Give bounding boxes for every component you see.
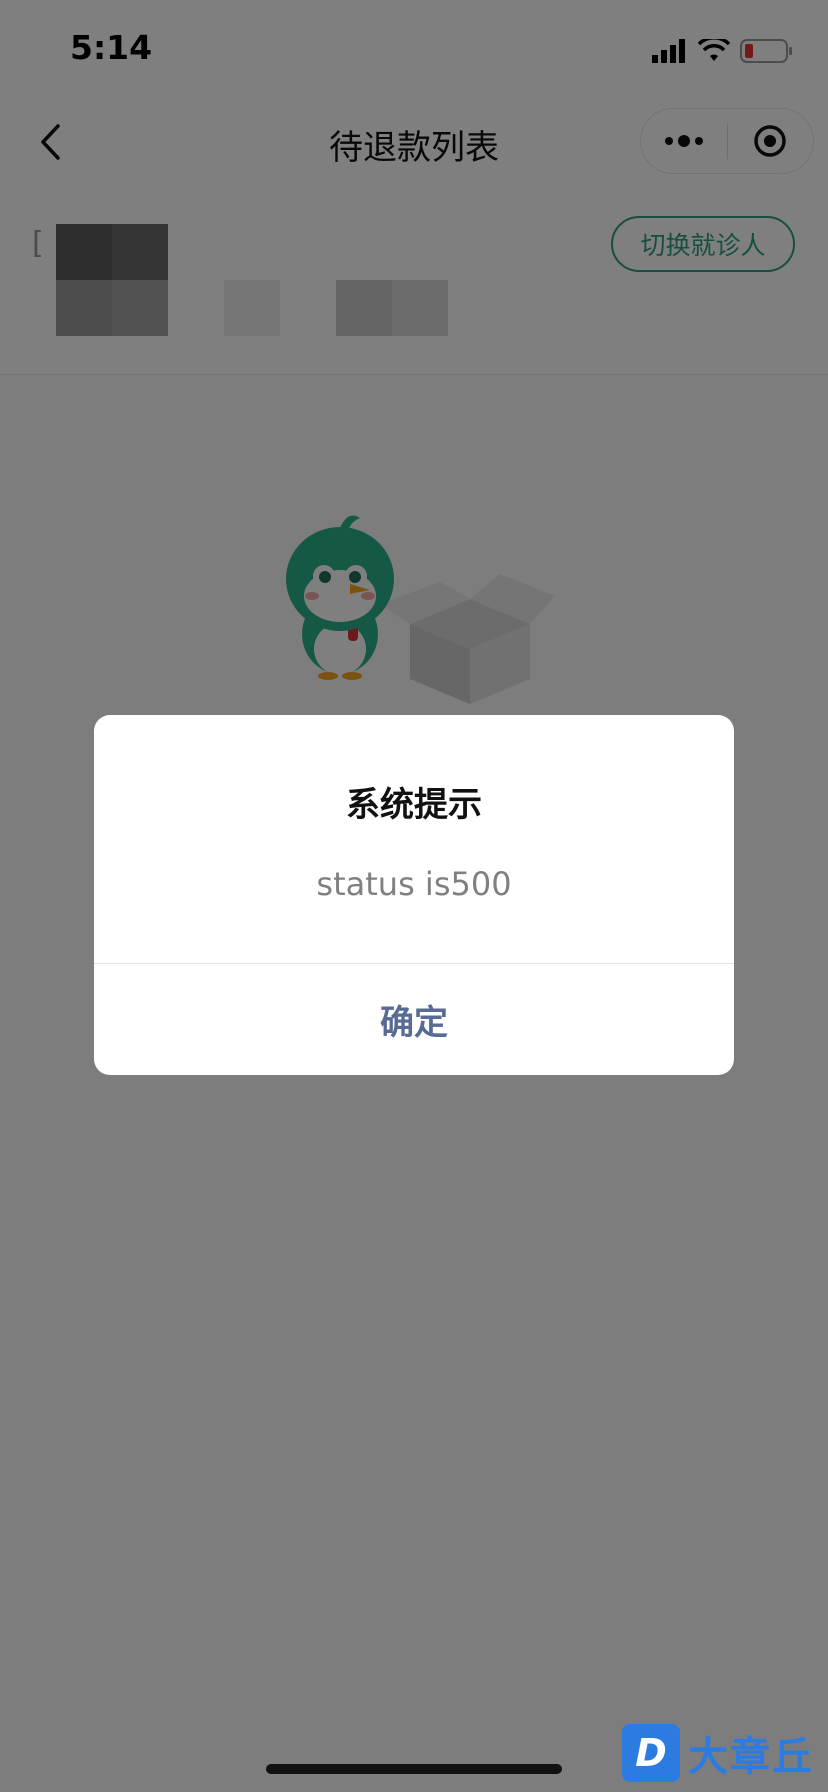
system-alert-dialog: 系统提示 status is500 确定 [94, 715, 734, 1075]
watermark-logo: D [622, 1724, 680, 1782]
confirm-button[interactable]: 确定 [94, 964, 734, 1075]
home-indicator[interactable] [266, 1764, 562, 1774]
dialog-title: 系统提示 [346, 785, 482, 825]
dialog-message: status is500 [316, 865, 512, 903]
watermark: D 大章丘 [622, 1722, 822, 1784]
watermark-text: 大章丘 [688, 1734, 814, 1780]
